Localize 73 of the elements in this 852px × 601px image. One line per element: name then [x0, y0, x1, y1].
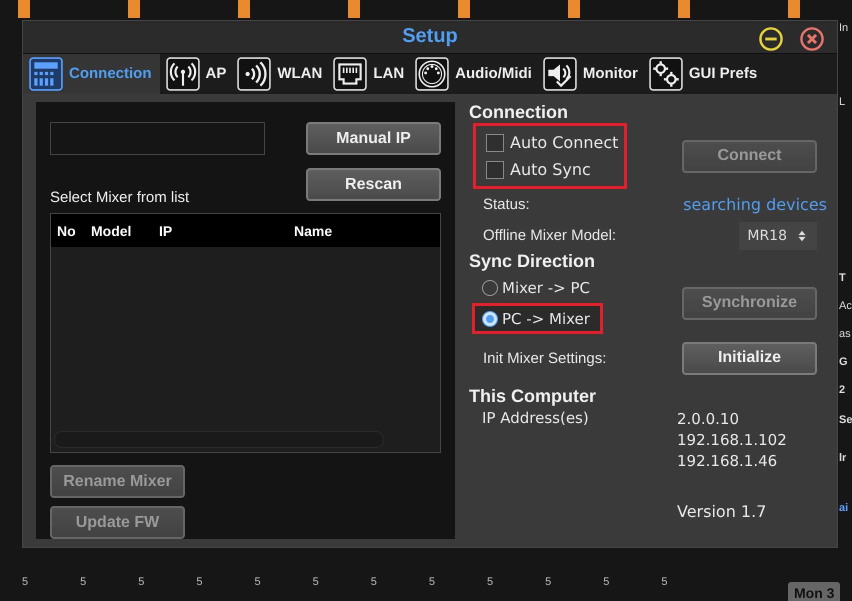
fader-scale-mark: 5: [196, 576, 202, 588]
level-led: [128, 0, 140, 18]
close-icon[interactable]: [799, 26, 825, 52]
din-connector-icon: [415, 56, 450, 91]
panel-label: 2: [839, 384, 846, 396]
level-led: [678, 0, 690, 18]
ip-label: IP Address(es): [482, 409, 590, 429]
fader-scale-mark: 5: [254, 576, 261, 588]
panel-label: Ac: [839, 300, 852, 312]
panel-label: lr: [839, 452, 846, 464]
panel-label: as: [839, 328, 851, 340]
radio-option[interactable]: PC -> Mixer: [472, 303, 603, 334]
model-selector[interactable]: MR18: [739, 222, 817, 250]
column-header: Model: [91, 222, 132, 238]
fader-scale-mark: 5: [80, 576, 86, 588]
level-led: [18, 0, 30, 18]
fader-scale-mark: 5: [487, 576, 494, 588]
status-label: Status:: [483, 196, 530, 213]
level-led: [238, 0, 250, 18]
fader-scale-mark: 5: [603, 576, 610, 588]
button[interactable]: Initialize: [682, 342, 817, 374]
radio-option[interactable]: Mixer -> PC: [472, 272, 603, 303]
section-heading: Connection: [469, 102, 569, 123]
section-heading: Sync Direction: [469, 251, 596, 272]
panel-label: G: [839, 356, 848, 368]
model-label: Offline Mixer Model:: [483, 227, 616, 244]
fader-scale-mark: 5: [22, 576, 28, 588]
panel-label: T: [839, 272, 846, 284]
minimize-icon[interactable]: [758, 26, 784, 52]
button[interactable]: Manual IP: [306, 122, 441, 155]
level-led: [788, 0, 800, 18]
fader-scale-mark: 5: [370, 576, 377, 588]
ip-address: 192.168.1.46: [677, 451, 778, 472]
tab[interactable]: WLAN: [231, 54, 328, 94]
tab[interactable]: GUI Prefs: [642, 54, 762, 94]
tab[interactable]: AP: [160, 54, 232, 94]
list-caption: Select Mixer from list: [50, 189, 190, 206]
fader-scale-mark: 5: [312, 576, 319, 588]
checkbox[interactable]: Auto Sync: [486, 156, 618, 183]
fader-scale-mark: 5: [661, 576, 668, 588]
column-header: No: [57, 222, 77, 238]
fader-scale-mark: 5: [138, 576, 144, 588]
gears-icon: [648, 56, 683, 91]
window-title: Setup: [402, 25, 458, 48]
init-label: Init Mixer Settings:: [483, 350, 606, 366]
tab[interactable]: Connection: [23, 54, 160, 94]
antenna-icon: [166, 56, 200, 91]
level-led: [568, 0, 580, 18]
ip-address: 2.0.0.10: [677, 409, 740, 430]
column-header: IP: [159, 222, 174, 238]
speaker-check-icon: [542, 56, 577, 91]
signal-waves-icon: [237, 56, 272, 91]
section-heading: This Computer: [469, 386, 598, 407]
panel-label: L: [839, 96, 846, 108]
status-value: searching devices: [683, 195, 827, 214]
button[interactable]: Rescan: [306, 168, 441, 201]
fader-scale-mark: 5: [428, 576, 435, 588]
checkbox[interactable]: Auto Connect: [486, 129, 618, 156]
tab[interactable]: Monitor: [536, 54, 643, 94]
level-led: [458, 0, 470, 18]
level-led: [348, 0, 360, 18]
tab[interactable]: LAN: [327, 54, 410, 94]
column-header: Name: [294, 222, 332, 238]
fader-scale-mark: 5: [545, 576, 552, 588]
panel-label: Se: [839, 414, 852, 426]
tab[interactable]: Audio/Midi: [409, 54, 537, 94]
version-text: Version 1.7: [677, 502, 766, 521]
panel-label: ai: [839, 502, 848, 514]
ip-input-field[interactable]: [50, 122, 265, 155]
panel-label: In: [839, 22, 848, 34]
ip-address: 192.168.1.102: [677, 430, 787, 451]
ethernet-port-icon: [333, 56, 368, 91]
mixing-console-icon: [29, 56, 63, 91]
